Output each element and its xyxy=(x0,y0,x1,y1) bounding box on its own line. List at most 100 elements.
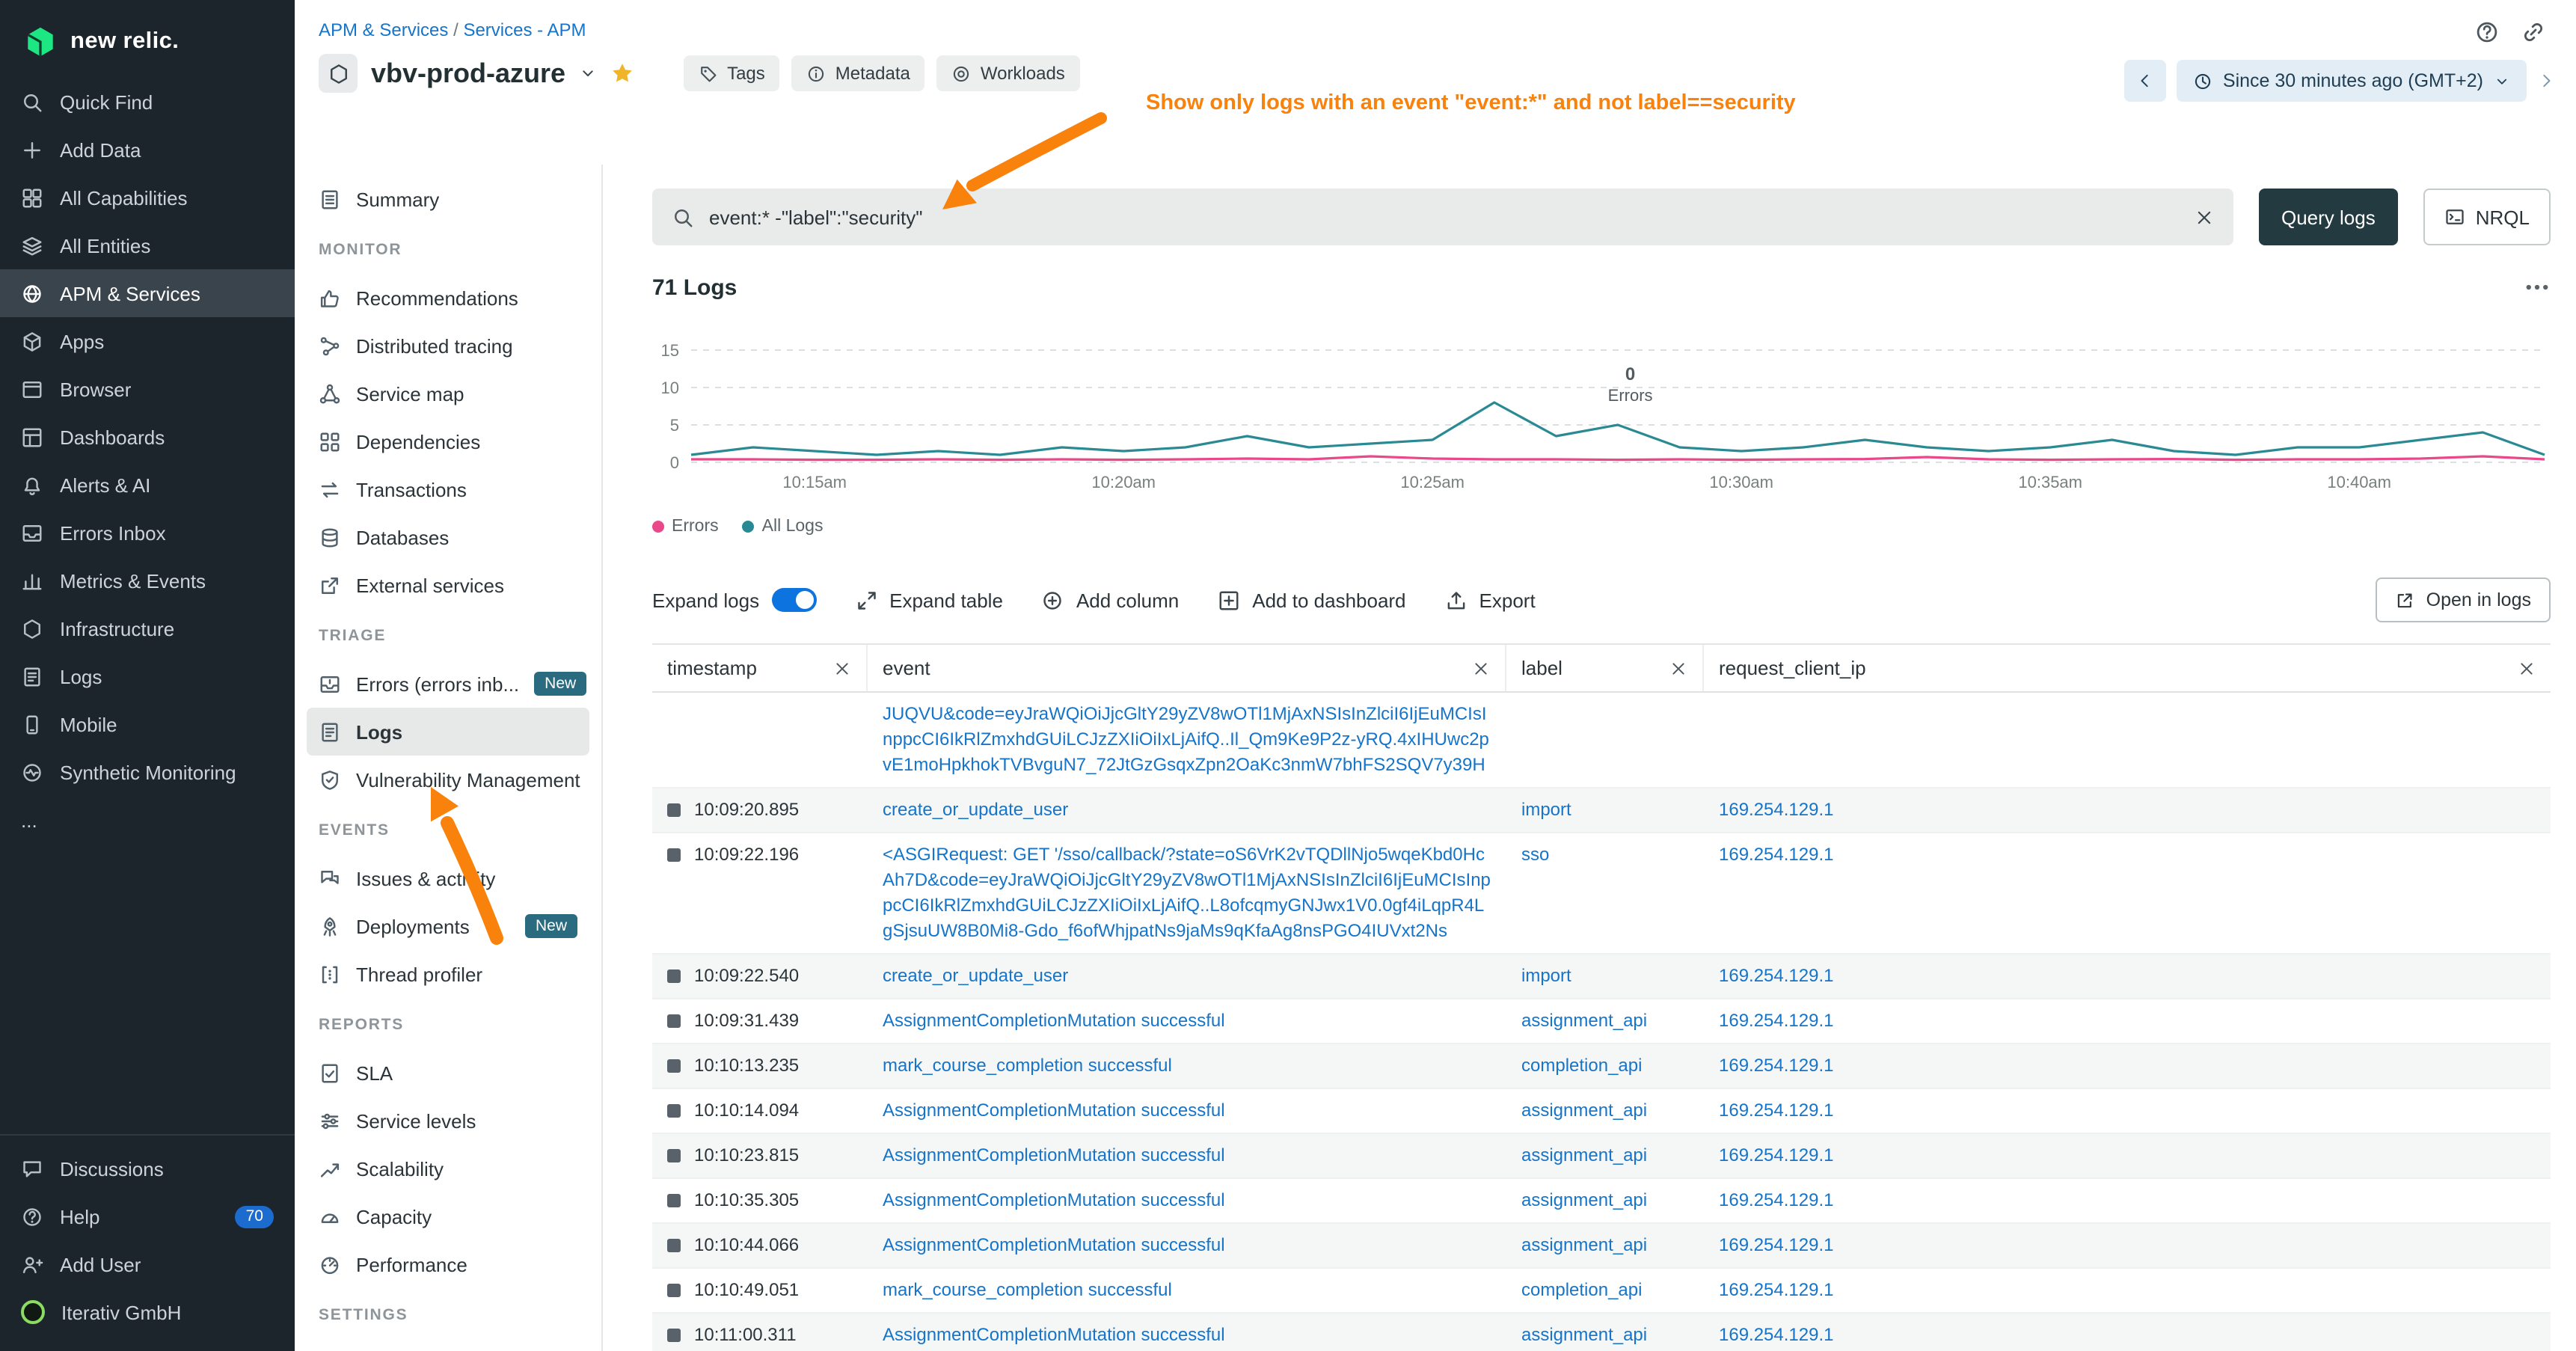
log-query-bar[interactable] xyxy=(652,189,2233,245)
column-header-label[interactable]: label xyxy=(1506,645,1704,691)
subnav-item-sla[interactable]: SLA xyxy=(307,1049,589,1097)
expand-logs-toggle[interactable]: Expand logs xyxy=(652,588,816,612)
log-label-link[interactable]: assignment_api xyxy=(1521,1234,1647,1255)
subnav-item-vulnerability-management[interactable]: Vulnerability Management xyxy=(307,756,589,803)
open-in-logs-button[interactable]: Open in logs xyxy=(2376,578,2551,622)
table-row[interactable]: 10:09:22.196<ASGIRequest: GET '/sso/call… xyxy=(652,833,2551,955)
column-header-timestamp[interactable]: timestamp xyxy=(652,645,868,691)
log-ip-link[interactable]: 169.254.129.1 xyxy=(1719,1055,1834,1076)
log-event-link[interactable]: create_or_update_user xyxy=(883,965,1068,986)
subnav-item-errors-errors-inb[interactable]: Errors (errors inb...New xyxy=(307,660,589,708)
log-event-link[interactable]: AssignmentCompletionMutation successful xyxy=(883,1189,1225,1210)
subnav-item-performance[interactable]: Performance xyxy=(307,1240,589,1288)
chart-menu-icon[interactable] xyxy=(2524,274,2551,301)
log-event-link[interactable]: mark_course_completion successful xyxy=(883,1055,1172,1076)
log-label-link[interactable]: import xyxy=(1521,965,1571,986)
table-row[interactable]: 10:10:49.051mark_course_completion succe… xyxy=(652,1269,2551,1314)
metadata-button[interactable]: Metadata xyxy=(792,55,925,91)
query-logs-button[interactable]: Query logs xyxy=(2259,189,2398,245)
sidebar-item-all-capabilities[interactable]: All Capabilities xyxy=(0,174,295,221)
log-ip-link[interactable]: 169.254.129.1 xyxy=(1719,1279,1834,1300)
log-label-link[interactable]: completion_api xyxy=(1521,1055,1642,1076)
log-event-link[interactable]: mark_course_completion successful xyxy=(883,1279,1172,1300)
log-event-link[interactable]: AssignmentCompletionMutation successful xyxy=(883,1100,1225,1121)
subnav-item-issues-activity[interactable]: Issues & activity xyxy=(307,854,589,902)
subnav-item-capacity[interactable]: Capacity xyxy=(307,1192,589,1240)
toggle-switch[interactable] xyxy=(771,588,816,612)
subnav-item-external-services[interactable]: External services xyxy=(307,561,589,609)
expand-table-button[interactable]: Expand table xyxy=(855,589,1003,611)
log-label-link[interactable]: assignment_api xyxy=(1521,1189,1647,1210)
log-label-link[interactable]: assignment_api xyxy=(1521,1010,1647,1031)
subnav-item-deployments[interactable]: DeploymentsNew xyxy=(307,902,589,950)
remove-column-event-icon[interactable] xyxy=(1472,659,1490,677)
log-event-link[interactable]: AssignmentCompletionMutation successful xyxy=(883,1010,1225,1031)
favorite-star-icon[interactable] xyxy=(610,61,634,85)
subnav-item-logs[interactable]: Logs xyxy=(307,708,589,756)
table-row[interactable]: 10:11:00.311AssignmentCompletionMutation… xyxy=(652,1314,2551,1351)
log-event-link[interactable]: AssignmentCompletionMutation successful xyxy=(883,1145,1225,1165)
sidebar-item-iterativ-gmbh[interactable]: Iterativ GmbH xyxy=(0,1288,295,1336)
sidebar-item-discussions[interactable]: Discussions xyxy=(0,1145,295,1192)
breadcrumb-apm-services[interactable]: APM & Services xyxy=(319,19,448,40)
sidebar-item-add-data[interactable]: Add Data xyxy=(0,126,295,174)
sidebar-item-apps[interactable]: Apps xyxy=(0,317,295,365)
log-ip-link[interactable]: 169.254.129.1 xyxy=(1719,844,1834,865)
export-button[interactable]: Export xyxy=(1445,589,1536,611)
log-ip-link[interactable]: 169.254.129.1 xyxy=(1719,1189,1834,1210)
log-label-link[interactable]: assignment_api xyxy=(1521,1100,1647,1121)
log-event-link[interactable]: JUQVU&code=eyJraWQiOiJjcGltY29yZV8wOTl1M… xyxy=(883,703,1489,775)
table-row[interactable]: 10:10:14.094AssignmentCompletionMutation… xyxy=(652,1089,2551,1134)
subnav-item-service-levels[interactable]: Service levels xyxy=(307,1097,589,1145)
legend-item-all-logs[interactable]: All Logs xyxy=(743,518,824,536)
subnav-item-service-map[interactable]: Service map xyxy=(307,370,589,417)
log-ip-link[interactable]: 169.254.129.1 xyxy=(1719,1100,1834,1121)
breadcrumb-services-apm[interactable]: Services - APM xyxy=(463,19,586,40)
table-row[interactable]: 10:10:23.815AssignmentCompletionMutation… xyxy=(652,1134,2551,1179)
sidebar-item-add-user[interactable]: Add User xyxy=(0,1240,295,1288)
time-back-button[interactable] xyxy=(2124,60,2166,102)
sidebar-item-metrics-events[interactable]: Metrics & Events xyxy=(0,557,295,604)
sidebar-item-more[interactable]: ... xyxy=(0,796,295,844)
table-row[interactable]: 10:09:22.540create_or_update_userimport1… xyxy=(652,955,2551,999)
newrelic-logo[interactable]: new relic. xyxy=(0,0,295,78)
logs-timeseries-chart[interactable]: 05101510:15am10:20am10:25am10:30am10:35a… xyxy=(652,320,2551,500)
table-row[interactable]: 10:10:35.305AssignmentCompletionMutation… xyxy=(652,1179,2551,1224)
remove-column-label-icon[interactable] xyxy=(1669,659,1687,677)
log-event-link[interactable]: AssignmentCompletionMutation successful xyxy=(883,1234,1225,1255)
log-label-link[interactable]: completion_api xyxy=(1521,1279,1642,1300)
remove-column-timestamp-icon[interactable] xyxy=(833,659,851,677)
table-row[interactable]: 10:10:13.235mark_course_completion succe… xyxy=(652,1044,2551,1089)
add-column-button[interactable]: Add column xyxy=(1042,589,1179,611)
log-ip-link[interactable]: 169.254.129.1 xyxy=(1719,965,1834,986)
column-header-request-client-ip[interactable]: request_client_ip xyxy=(1704,645,2551,691)
time-range-picker[interactable]: Since 30 minutes ago (GMT+2) xyxy=(2177,60,2527,102)
log-ip-link[interactable]: 169.254.129.1 xyxy=(1719,799,1834,820)
log-ip-link[interactable]: 169.254.129.1 xyxy=(1719,1324,1834,1345)
sidebar-item-mobile[interactable]: Mobile xyxy=(0,700,295,748)
log-event-link[interactable]: <ASGIRequest: GET '/sso/callback/?state=… xyxy=(883,844,1491,941)
sidebar-item-apm-services[interactable]: APM & Services xyxy=(0,269,295,317)
subnav-item-transactions[interactable]: Transactions xyxy=(307,465,589,513)
permalink-icon[interactable] xyxy=(2521,19,2546,45)
help-circle-icon[interactable] xyxy=(2474,19,2500,45)
tags-button[interactable]: Tags xyxy=(684,55,780,91)
remove-column-request-client-ip-icon[interactable] xyxy=(2518,659,2536,677)
subnav-item-thread-profiler[interactable]: Thread profiler xyxy=(307,950,589,998)
legend-item-errors[interactable]: Errors xyxy=(652,518,719,536)
subnav-item-recommendations[interactable]: Recommendations xyxy=(307,274,589,322)
workloads-button[interactable]: Workloads xyxy=(937,55,1080,91)
subnav-item-dependencies[interactable]: Dependencies xyxy=(307,417,589,465)
sidebar-item-dashboards[interactable]: Dashboards xyxy=(0,413,295,461)
sidebar-item-help[interactable]: Help70 xyxy=(0,1192,295,1240)
log-ip-link[interactable]: 169.254.129.1 xyxy=(1719,1010,1834,1031)
sidebar-item-infrastructure[interactable]: Infrastructure xyxy=(0,604,295,652)
sidebar-item-alerts-ai[interactable]: Alerts & AI xyxy=(0,461,295,509)
subnav-item-distributed-tracing[interactable]: Distributed tracing xyxy=(307,322,589,370)
sidebar-item-logs[interactable]: Logs xyxy=(0,652,295,700)
log-label-link[interactable]: assignment_api xyxy=(1521,1324,1647,1345)
sidebar-item-all-entities[interactable]: All Entities xyxy=(0,221,295,269)
time-forward-icon[interactable] xyxy=(2537,72,2555,90)
log-query-input[interactable] xyxy=(709,206,2180,228)
entity-switcher-chevron-icon[interactable] xyxy=(579,64,597,82)
